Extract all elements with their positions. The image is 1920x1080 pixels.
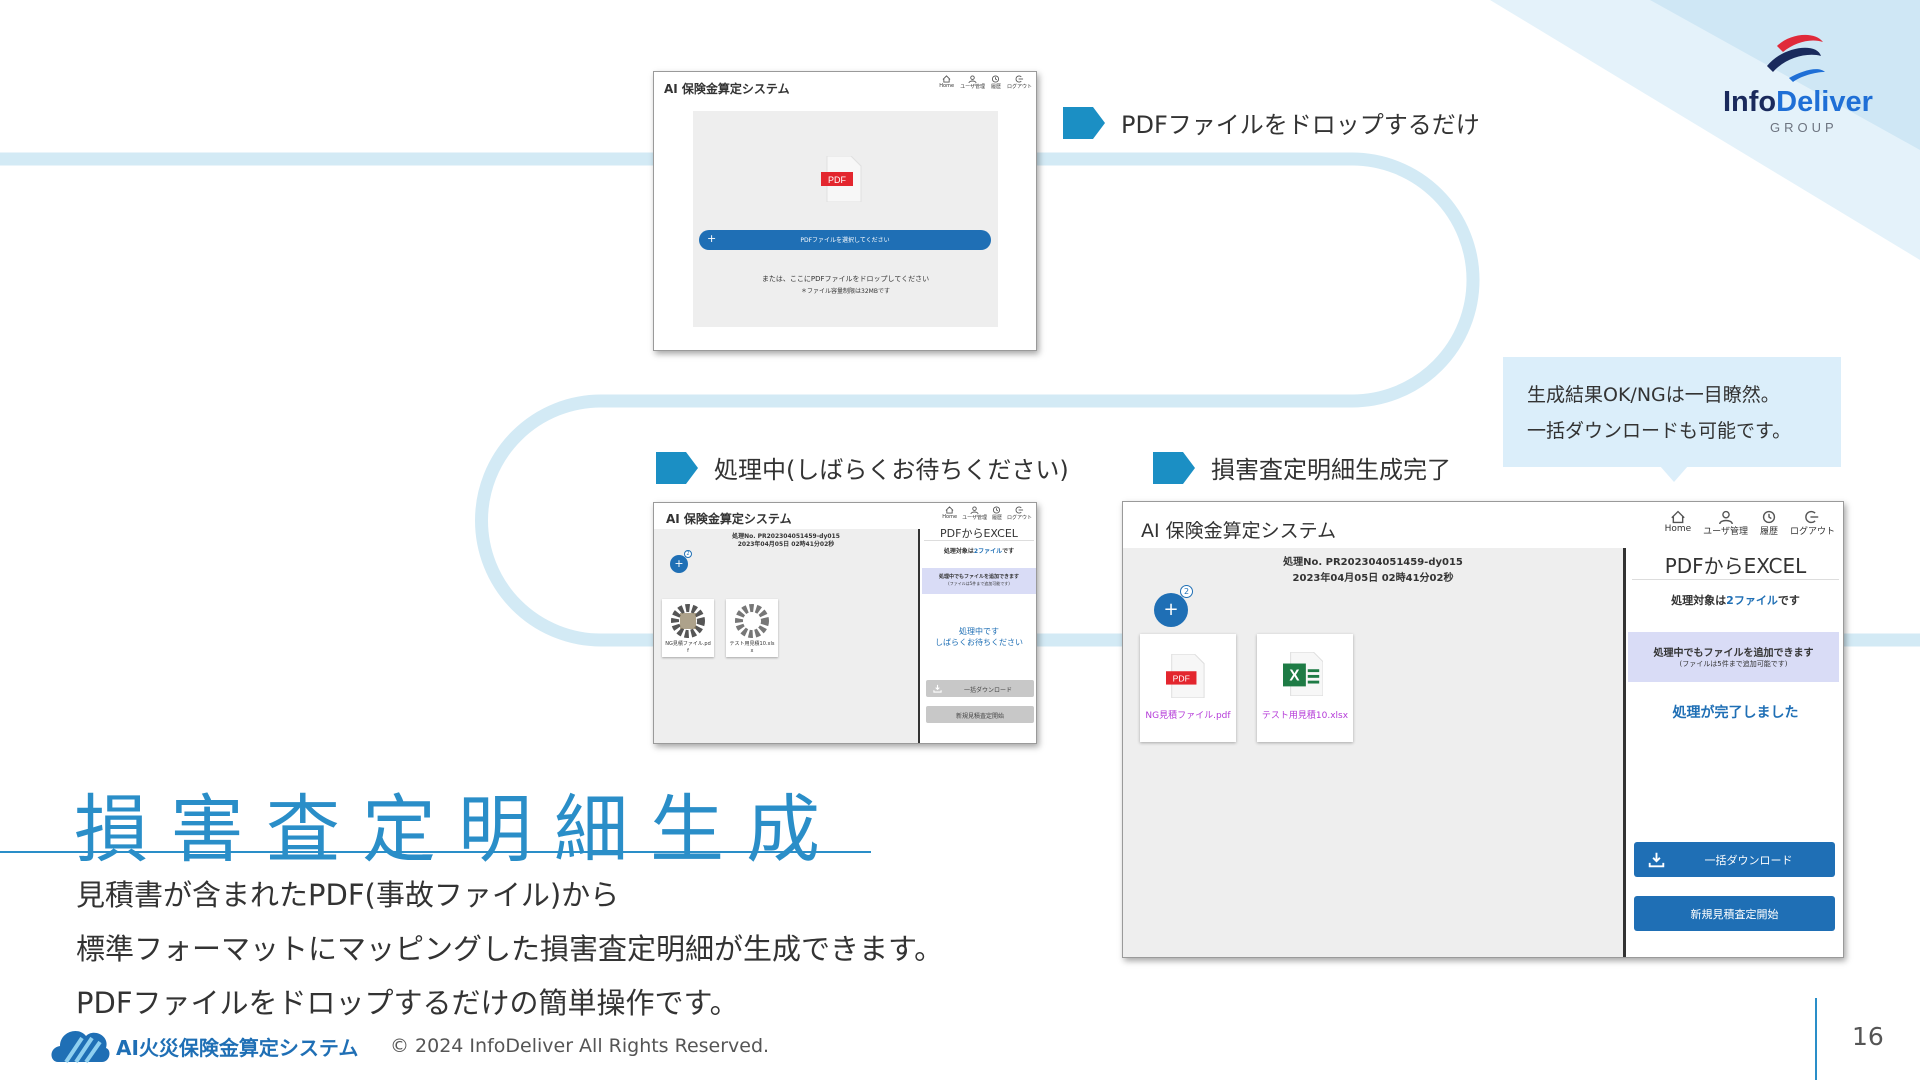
pdf-file-icon: PDF <box>1166 654 1205 698</box>
user-icon <box>968 75 977 83</box>
status-panel: PDFからEXCEL 処理対象は2ファイルです 処理中でもファイルを追加できます… <box>1626 537 1843 957</box>
processing-message: 処理中です しばらくお待ちください <box>935 627 1023 647</box>
loading-spinner-icon <box>671 604 705 638</box>
nav-logout[interactable]: ログアウト <box>1007 75 1032 90</box>
description-line-1: 見積書が含まれたPDF(事故ファイル)から <box>76 878 620 912</box>
svg-text:PDF: PDF <box>1173 674 1190 684</box>
nav-history[interactable]: 履歴 <box>992 506 1002 521</box>
target-count: 処理対象は2ファイルです <box>1671 594 1800 607</box>
app-title: AI 保険金算定システム <box>666 512 792 526</box>
add-count-badge: 2 <box>684 550 692 558</box>
nav-home[interactable]: Home <box>939 75 954 90</box>
add-file-button[interactable]: + <box>670 555 688 573</box>
svg-text:X: X <box>1289 668 1300 685</box>
app-nav: Home ユーザ管理 履歴 ログアウト <box>939 75 1032 90</box>
home-icon <box>945 506 954 514</box>
size-limit-note: ＊ファイル容量制限は32MBです <box>801 288 890 295</box>
new-estimate-button[interactable]: 新規見積査定開始 <box>926 706 1034 723</box>
logo-wordmark: InfoDeliver <box>1723 86 1873 118</box>
logo-group-label: GROUP <box>1770 120 1838 135</box>
process-date: 2023年04月05日 02時41分02秒 <box>1292 573 1454 584</box>
file-card[interactable]: テスト用見積10.xlsx <box>726 599 778 657</box>
page-number: 16 <box>1852 1022 1884 1051</box>
history-icon <box>992 75 1000 83</box>
drop-zone[interactable]: PDF + PDFファイルを選択してください または、ここにPDFファイルをドロ… <box>693 111 998 327</box>
nav-users[interactable]: ユーザ管理 <box>960 75 985 90</box>
add-note-box: 処理中でもファイルを追加できます (ファイルは5件まで追加可能です) <box>1628 632 1839 682</box>
nav-users[interactable]: ユーザ管理 <box>1703 510 1748 537</box>
footer-brand: AI火災保険金算定システム <box>116 1036 359 1060</box>
footer-copyright: © 2024 InfoDeliver All Rights Reserved. <box>390 1035 770 1057</box>
user-icon <box>970 506 979 514</box>
step-marker-icon <box>1153 451 1195 484</box>
footer-divider <box>1815 998 1817 1080</box>
nav-logout[interactable]: ログアウト <box>1790 510 1835 537</box>
nav-home[interactable]: Home <box>1665 510 1691 537</box>
file-card-xlsx[interactable]: X テスト用見積10.xlsx <box>1257 634 1353 742</box>
screenshot-complete: AI 保険金算定システム Home ユーザ管理 履歴 ログアウト 処理No. P… <box>1122 501 1844 958</box>
download-icon <box>933 684 942 693</box>
panel-title: PDFからEXCEL <box>1664 554 1807 578</box>
step-marker-icon <box>1063 106 1105 139</box>
add-file-button[interactable]: + <box>1154 593 1188 627</box>
slide: InfoDeliver GROUP PDFファイルをドロップするだけ 処理中(し… <box>0 0 1920 1080</box>
description-line-3: PDFファイルをドロップするだけの簡単操作です。 <box>76 986 739 1020</box>
new-estimate-button[interactable]: 新規見積査定開始 <box>1634 896 1835 931</box>
step-marker-icon <box>656 451 698 484</box>
status-panel: PDFからEXCEL 処理対象は2ファイルです 処理中でもファイルを追加できます… <box>920 521 1036 743</box>
callout-tail <box>1660 466 1688 482</box>
home-icon <box>1671 510 1685 524</box>
logout-icon <box>1015 75 1024 83</box>
file-area: 処理No. PR202304051459-dy015 2023年04月05日 0… <box>654 529 918 743</box>
nav-logout[interactable]: ログアウト <box>1007 506 1032 521</box>
add-note-box: 処理中でもファイルを追加できます (ファイルは5件まで追加可能です) <box>922 568 1036 594</box>
screenshot-upload: AI 保険金算定システム Home ユーザ管理 履歴 ログアウト PDF + P… <box>653 71 1037 351</box>
svg-text:PDF: PDF <box>828 175 847 185</box>
nav-users[interactable]: ユーザ管理 <box>962 506 987 521</box>
home-icon <box>942 75 951 83</box>
logout-icon <box>1015 506 1024 514</box>
title-underline <box>0 851 871 853</box>
logo-mark-icon <box>1767 34 1825 82</box>
select-pdf-button[interactable]: + PDFファイルを選択してください <box>699 230 991 250</box>
process-date: 2023年04月05日 02時41分02秒 <box>737 541 835 548</box>
cloud-logo-icon <box>51 1031 110 1064</box>
app-nav: Home ユーザ管理 履歴 ログアウト <box>942 506 1032 521</box>
nav-home[interactable]: Home <box>942 506 957 521</box>
step-label-complete: 損害査定明細生成完了 <box>1153 450 1451 485</box>
step-label-drop: PDFファイルをドロップするだけ <box>1063 105 1480 140</box>
app-title: AI 保険金算定システム <box>664 82 790 96</box>
screenshot-processing: AI 保険金算定システム Home ユーザ管理 履歴 ログアウト 処理No. P… <box>653 502 1037 744</box>
logout-icon <box>1805 510 1819 524</box>
drop-instruction: または、ここにPDFファイルをドロップしてください <box>761 275 930 283</box>
nav-history[interactable]: 履歴 <box>1760 510 1778 537</box>
pdf-file-icon: PDF <box>821 156 862 202</box>
history-icon <box>1762 510 1776 524</box>
loading-spinner-icon <box>735 604 769 638</box>
download-all-button[interactable]: 一括ダウンロード <box>1634 842 1835 877</box>
user-icon <box>1718 510 1733 524</box>
main-title: 損害査定明細生成 <box>74 787 842 873</box>
step-label-processing: 処理中(しばらくお待ちください) <box>656 450 1069 485</box>
process-number: 処理No. PR202304051459-dy015 <box>1283 557 1463 568</box>
history-icon <box>993 506 1001 514</box>
app-nav: Home ユーザ管理 履歴 ログアウト <box>1665 510 1835 537</box>
excel-file-icon: X <box>1283 652 1323 696</box>
panel-title: PDFからEXCEL <box>940 527 1018 540</box>
app-title: AI 保険金算定システム <box>1141 520 1337 542</box>
done-message: 処理が完了しました <box>1672 705 1799 721</box>
file-area: 処理No. PR202304051459-dy015 2023年04月05日 0… <box>1123 548 1623 957</box>
download-all-button[interactable]: 一括ダウンロード <box>926 680 1034 697</box>
infodeliver-logo: InfoDeliver GROUP <box>1715 28 1905 143</box>
nav-history[interactable]: 履歴 <box>991 75 1001 90</box>
target-count: 処理対象は2ファイルです <box>943 548 1015 555</box>
result-callout: 生成結果OK/NGは一目瞭然。 一括ダウンロードも可能です。 <box>1503 357 1841 467</box>
file-card-pdf[interactable]: PDF NG見積ファイル.pdf <box>1140 634 1236 742</box>
file-card[interactable]: NG見積ファイル.pdf <box>662 599 714 657</box>
add-count-badge: 2 <box>1180 585 1193 598</box>
description-line-2: 標準フォーマットにマッピングした損害査定明細が生成できます。 <box>76 932 944 966</box>
